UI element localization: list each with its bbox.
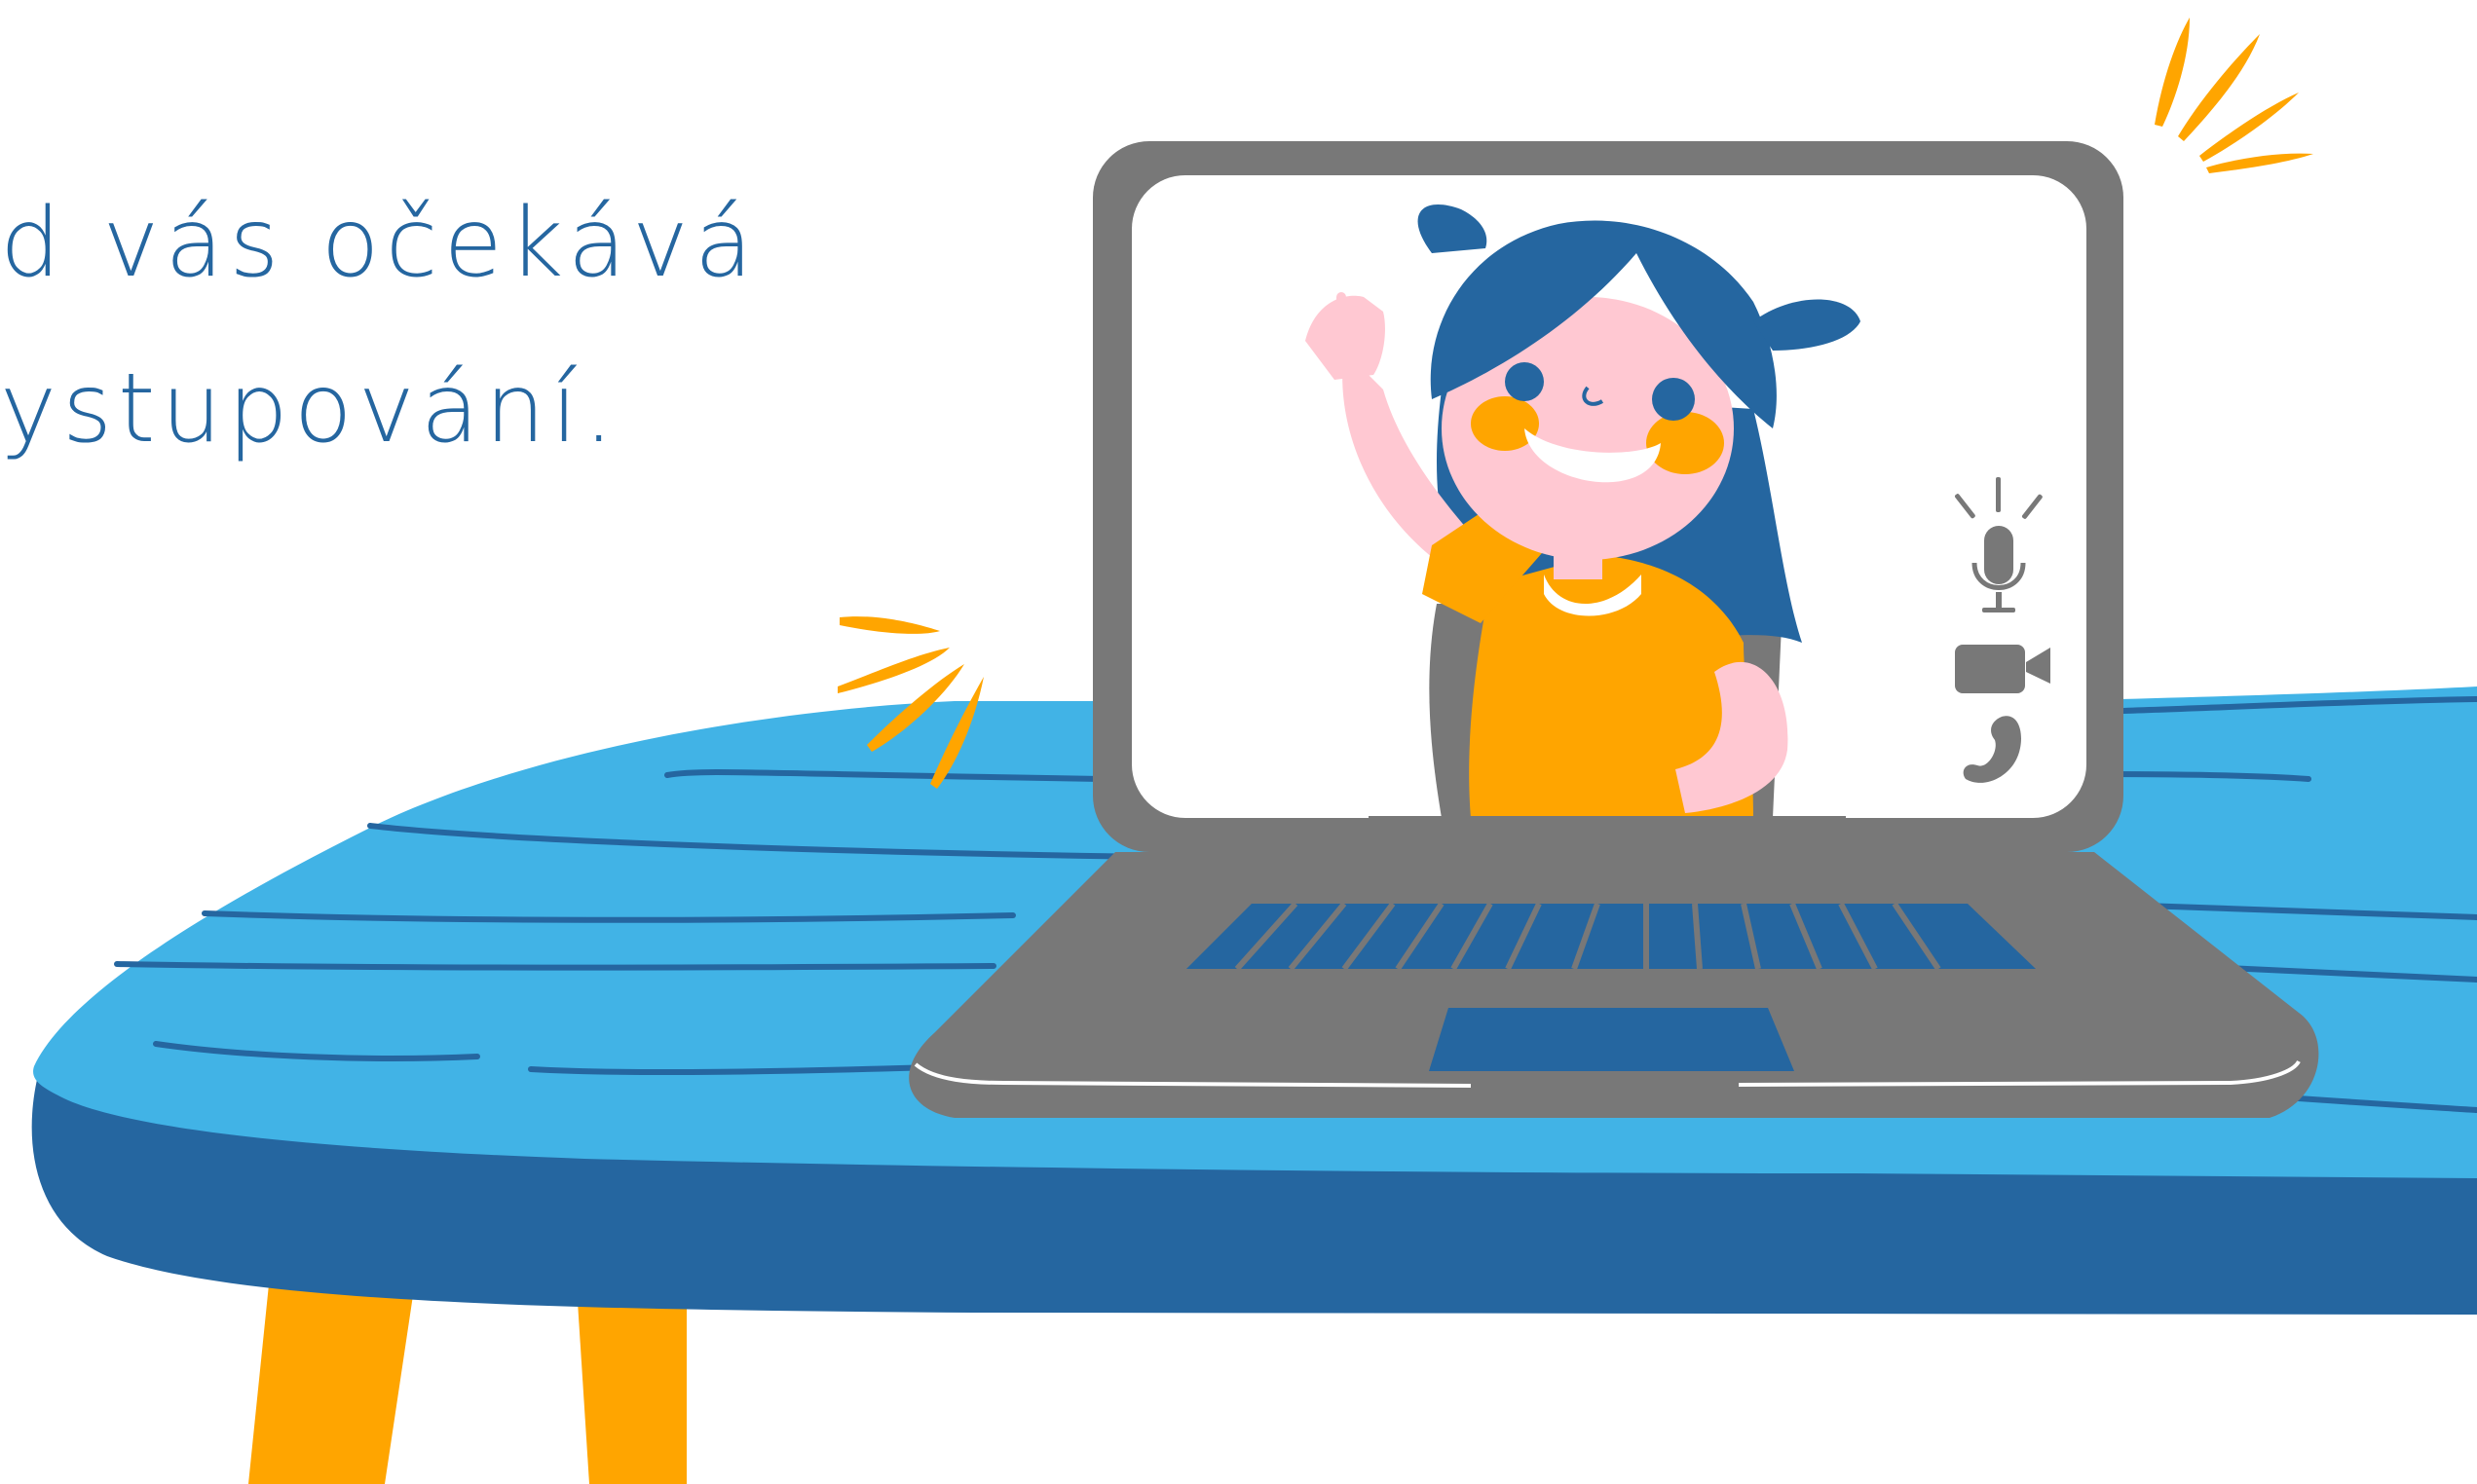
laptop	[909, 141, 2319, 1118]
sparkle-right	[2155, 18, 2313, 173]
illustration	[31, 18, 2477, 1484]
laptop-hinge	[1369, 816, 1846, 837]
laptop-touchpad[interactable]	[1429, 1008, 1794, 1071]
laptop-base	[909, 852, 2319, 1118]
